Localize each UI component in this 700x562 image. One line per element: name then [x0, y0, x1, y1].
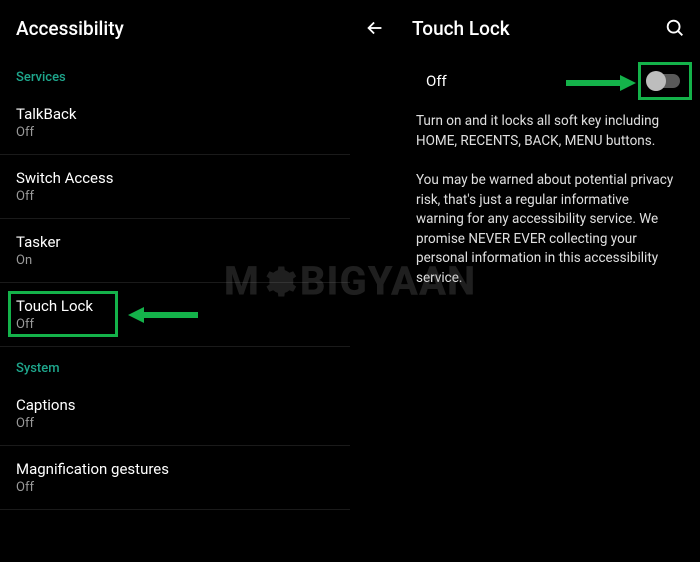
item-title: Magnification gestures [16, 460, 334, 478]
section-header-system: System [0, 347, 350, 382]
toggle-row[interactable]: Off [350, 56, 700, 106]
right-header: Touch Lock [350, 0, 700, 56]
item-title: Touch Lock [16, 297, 334, 315]
accessibility-pane: Accessibility Services TalkBack Off Swit… [0, 0, 350, 562]
page-title: Touch Lock [412, 17, 510, 40]
back-icon[interactable] [364, 17, 386, 39]
description-2: You may be warned about potential privac… [350, 165, 700, 288]
touch-lock-switch[interactable] [646, 71, 682, 91]
item-title: Captions [16, 396, 334, 414]
item-title: Tasker [16, 233, 334, 251]
list-item-talkback[interactable]: TalkBack Off [0, 91, 350, 155]
page-title: Accessibility [16, 17, 124, 40]
item-title: TalkBack [16, 105, 334, 123]
touch-lock-pane: Touch Lock Off Turn on and it locks all … [350, 0, 700, 562]
item-sub: Off [16, 416, 334, 431]
item-title: Switch Access [16, 169, 334, 187]
switch-thumb [646, 71, 666, 91]
description-1: Turn on and it locks all soft key includ… [350, 106, 700, 151]
search-icon[interactable] [664, 17, 686, 39]
item-sub: Off [16, 317, 334, 332]
item-sub: Off [16, 125, 334, 140]
item-sub: On [16, 253, 334, 268]
toggle-label: Off [426, 72, 447, 90]
item-sub: Off [16, 480, 334, 495]
section-header-services: Services [0, 56, 350, 91]
left-header: Accessibility [0, 0, 350, 56]
item-sub: Off [16, 189, 334, 204]
list-item-magnification-gestures[interactable]: Magnification gestures Off [0, 446, 350, 510]
list-item-tasker[interactable]: Tasker On [0, 219, 350, 283]
list-item-touch-lock[interactable]: Touch Lock Off [0, 283, 350, 347]
list-item-switch-access[interactable]: Switch Access Off [0, 155, 350, 219]
list-item-captions[interactable]: Captions Off [0, 382, 350, 446]
